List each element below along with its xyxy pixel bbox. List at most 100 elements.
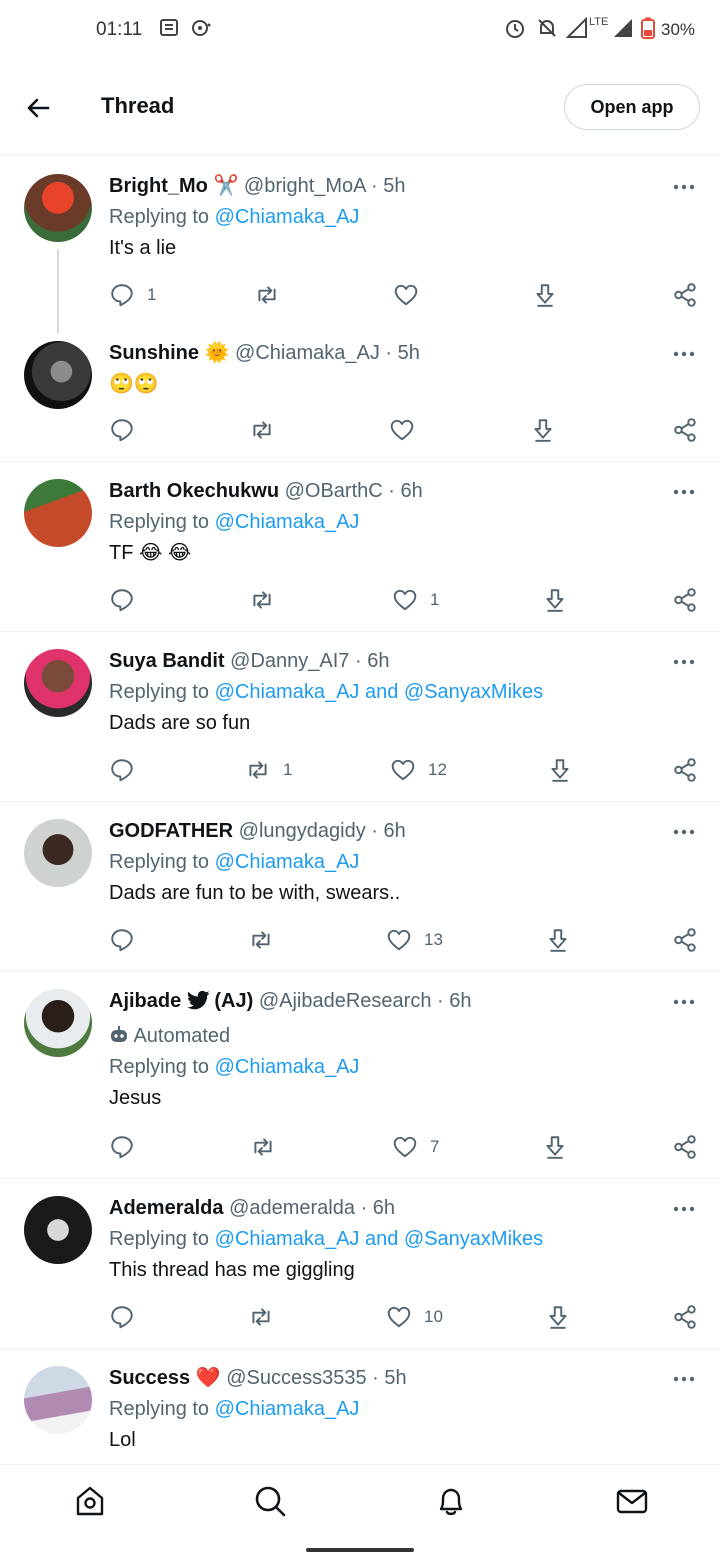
timestamp[interactable]: 5h bbox=[384, 1367, 406, 1389]
author-name[interactable]: Barth Okechukwu bbox=[109, 480, 279, 502]
like-button[interactable]: 13 bbox=[386, 924, 443, 956]
author-handle[interactable]: @lungydagidy bbox=[239, 820, 366, 842]
author-name[interactable]: Sunshine bbox=[109, 342, 199, 364]
share-button[interactable] bbox=[672, 279, 698, 311]
share-button[interactable] bbox=[672, 1131, 698, 1163]
replying-to-link[interactable]: @Chiamaka_AJ bbox=[215, 851, 360, 873]
replying-to-link[interactable]: @Chiamaka_AJ and @SanyaxMikes bbox=[215, 1228, 544, 1250]
like-button[interactable]: 1 bbox=[392, 584, 439, 616]
author-handle[interactable]: @ademeralda bbox=[229, 1197, 355, 1219]
share-button[interactable] bbox=[672, 1301, 698, 1333]
like-button[interactable] bbox=[389, 414, 427, 446]
timestamp[interactable]: 6h bbox=[367, 650, 389, 672]
timestamp[interactable]: 6h bbox=[449, 990, 471, 1012]
reply-button[interactable] bbox=[109, 584, 147, 616]
reply-button[interactable] bbox=[109, 924, 147, 956]
download-button[interactable] bbox=[542, 1131, 568, 1163]
back-arrow-icon[interactable] bbox=[22, 92, 54, 124]
like-button[interactable]: 12 bbox=[390, 754, 447, 786]
tweet[interactable]: Suya Bandit @Danny_AI7 · 6h Replying to … bbox=[0, 632, 720, 802]
reply-button[interactable] bbox=[109, 754, 147, 786]
author-handle[interactable]: @Chiamaka_AJ bbox=[235, 342, 380, 364]
avatar[interactable] bbox=[24, 1196, 92, 1264]
like-button[interactable]: 10 bbox=[386, 1301, 443, 1333]
author-handle[interactable]: @bright_MoA bbox=[244, 175, 365, 197]
tweet[interactable]: Success ❤️ @Success3535 · 5h Replying to… bbox=[0, 1349, 720, 1469]
author-handle[interactable]: @AjibadeResearch bbox=[259, 990, 432, 1012]
retweet-button[interactable] bbox=[248, 924, 286, 956]
author-name[interactable]: Ademeralda bbox=[109, 1197, 224, 1219]
heart-icon bbox=[387, 1306, 411, 1328]
replying-to-link[interactable]: @Chiamaka_AJ bbox=[215, 1056, 360, 1078]
replying-to-link[interactable]: @Chiamaka_AJ bbox=[215, 511, 360, 533]
retweet-button[interactable]: 1 bbox=[245, 754, 292, 786]
timestamp[interactable]: 5h bbox=[383, 175, 405, 197]
avatar[interactable] bbox=[24, 1366, 92, 1434]
author-handle[interactable]: @Danny_AI7 bbox=[230, 650, 349, 672]
reply-button[interactable] bbox=[109, 1131, 147, 1163]
share-button[interactable] bbox=[672, 414, 698, 446]
author-name[interactable]: Suya Bandit bbox=[109, 650, 225, 672]
tweet[interactable]: Sunshine 🌞 @Chiamaka_AJ · 5h 🙄🙄 bbox=[0, 324, 720, 462]
like-button[interactable]: 7 bbox=[392, 1131, 439, 1163]
download-button[interactable] bbox=[545, 924, 571, 956]
retweet-button[interactable] bbox=[249, 414, 287, 446]
replying-to-link[interactable]: @Chiamaka_AJ bbox=[215, 1398, 360, 1420]
share-button[interactable] bbox=[672, 754, 698, 786]
retweet-button[interactable] bbox=[249, 584, 287, 616]
avatar[interactable] bbox=[24, 479, 92, 547]
author-name[interactable]: Ajibade bbox=[109, 990, 181, 1012]
download-button[interactable] bbox=[547, 754, 573, 786]
reply-button[interactable]: 1 bbox=[109, 279, 156, 311]
more-options-icon[interactable] bbox=[672, 342, 696, 366]
author-handle[interactable]: @OBarthC bbox=[285, 480, 383, 502]
alarm-icon bbox=[504, 17, 526, 44]
author-name[interactable]: Success bbox=[109, 1367, 190, 1389]
avatar[interactable] bbox=[24, 649, 92, 717]
download-button[interactable] bbox=[532, 279, 558, 311]
author-name-suffix[interactable]: (AJ) bbox=[214, 990, 253, 1012]
tweet[interactable]: GODFATHER @lungydagidy · 6h Replying to … bbox=[0, 802, 720, 972]
more-options-icon[interactable] bbox=[672, 650, 696, 674]
retweet-button[interactable] bbox=[250, 1131, 288, 1163]
more-options-icon[interactable] bbox=[672, 820, 696, 844]
more-options-icon[interactable] bbox=[672, 175, 696, 199]
like-button[interactable] bbox=[393, 279, 431, 311]
more-options-icon[interactable] bbox=[672, 1197, 696, 1221]
reply-button[interactable] bbox=[109, 414, 147, 446]
timestamp[interactable]: 5h bbox=[398, 342, 420, 364]
download-button[interactable] bbox=[545, 1301, 571, 1333]
download-button[interactable] bbox=[530, 414, 556, 446]
author-name[interactable]: GODFATHER bbox=[109, 820, 233, 842]
avatar[interactable] bbox=[24, 174, 92, 242]
replying-to-link[interactable]: @Chiamaka_AJ bbox=[215, 206, 360, 228]
retweet-button[interactable] bbox=[248, 1301, 286, 1333]
replying-to-link[interactable]: @Chiamaka_AJ and @SanyaxMikes bbox=[215, 681, 544, 703]
timestamp[interactable]: 6h bbox=[373, 1197, 395, 1219]
share-button[interactable] bbox=[672, 924, 698, 956]
mail-icon[interactable] bbox=[614, 1483, 650, 1519]
more-options-icon[interactable] bbox=[672, 480, 696, 504]
author-handle[interactable]: @Success3535 bbox=[226, 1367, 366, 1389]
search-icon[interactable] bbox=[252, 1483, 288, 1519]
reply-button[interactable] bbox=[109, 1301, 147, 1333]
retweet-button[interactable] bbox=[254, 279, 292, 311]
tweet[interactable]: Ajibade (AJ) @AjibadeResearch · 6h Autom… bbox=[0, 972, 720, 1179]
timestamp[interactable]: 6h bbox=[384, 820, 406, 842]
tweet-text: 🙄🙄 bbox=[109, 373, 159, 395]
home-icon[interactable] bbox=[72, 1483, 108, 1519]
more-options-icon[interactable] bbox=[672, 990, 696, 1014]
timestamp[interactable]: 6h bbox=[401, 480, 423, 502]
more-options-icon[interactable] bbox=[672, 1367, 696, 1391]
tweet[interactable]: Bright_Mo ✂️ @bright_MoA · 5h Replying t… bbox=[0, 157, 720, 333]
avatar[interactable] bbox=[24, 819, 92, 887]
share-button[interactable] bbox=[672, 584, 698, 616]
tweet[interactable]: Barth Okechukwu @OBarthC · 6h Replying t… bbox=[0, 462, 720, 632]
tweet[interactable]: Ademeralda @ademeralda · 6h Replying to … bbox=[0, 1179, 720, 1349]
download-button[interactable] bbox=[542, 584, 568, 616]
author-name[interactable]: Bright_Mo bbox=[109, 175, 208, 197]
bell-icon[interactable] bbox=[433, 1483, 469, 1519]
avatar[interactable] bbox=[24, 341, 92, 409]
avatar[interactable] bbox=[24, 989, 92, 1057]
open-app-button[interactable]: Open app bbox=[564, 84, 700, 130]
